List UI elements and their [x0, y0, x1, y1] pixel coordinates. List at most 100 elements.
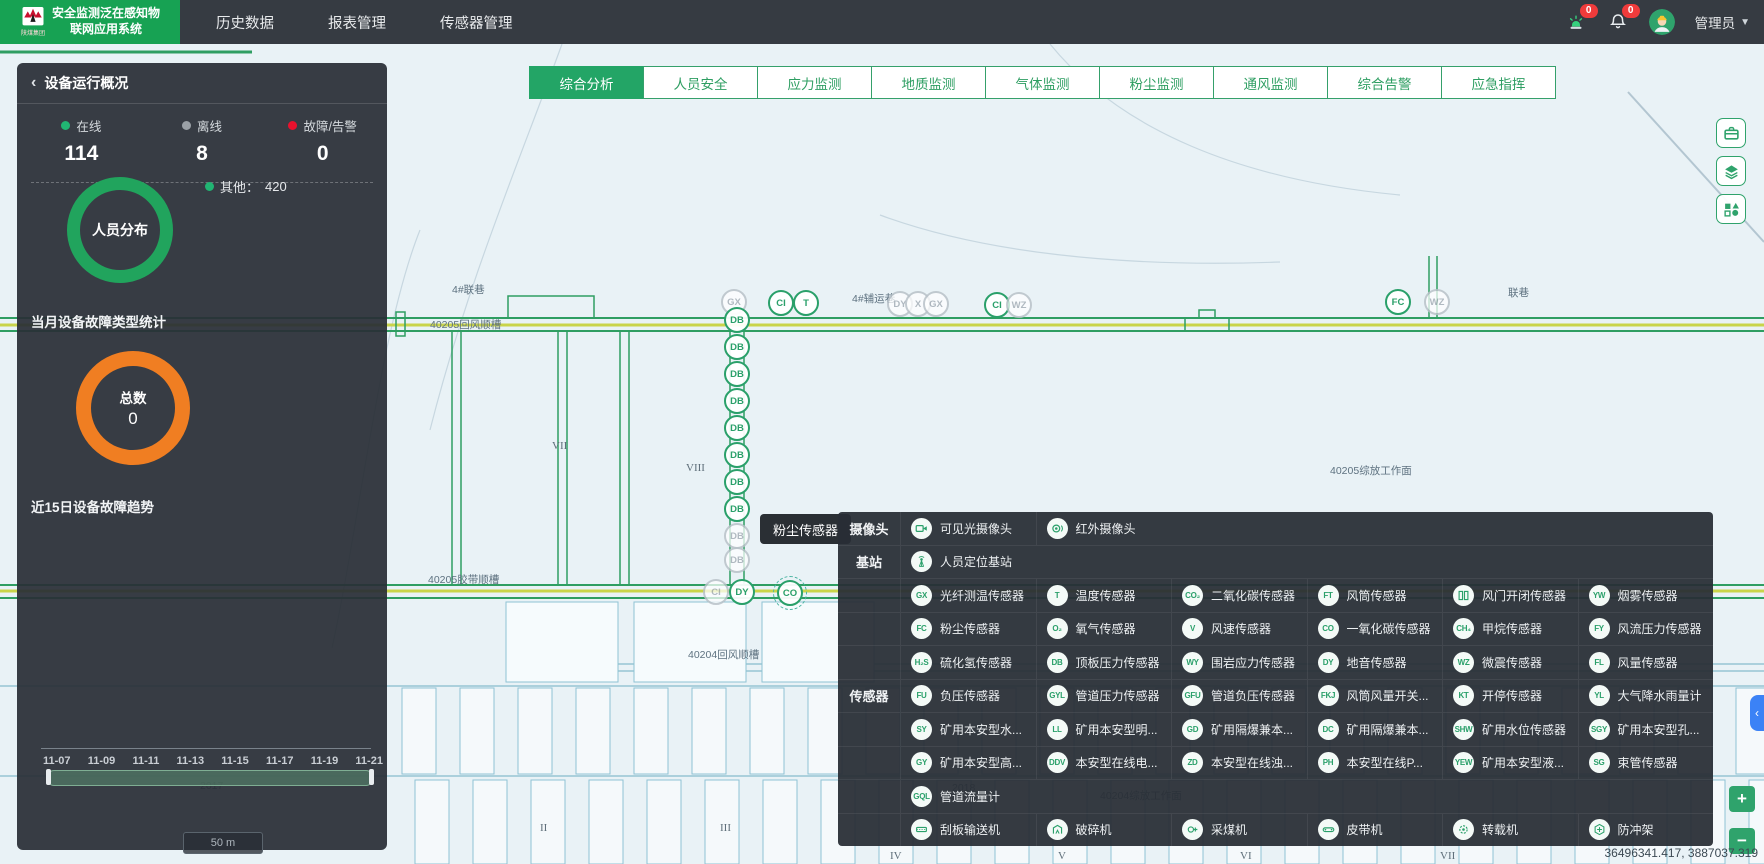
- map-sensor-db[interactable]: DB: [724, 361, 750, 387]
- map-sensor-dy[interactable]: DY: [729, 579, 755, 605]
- legend-shapes-button[interactable]: [1716, 194, 1746, 224]
- tab-6[interactable]: 粉尘监测: [1099, 66, 1214, 99]
- fault-donut-chart[interactable]: 总数 0: [76, 351, 190, 465]
- map-sensor-db[interactable]: DB: [724, 547, 750, 573]
- legend-item[interactable]: GY矿用本安型高...: [900, 747, 1036, 780]
- nav-item-2[interactable]: 报表管理: [328, 12, 386, 33]
- legend-item[interactable]: 风门开闭传感器: [1442, 579, 1578, 612]
- legend-item[interactable]: H₂S硫化氢传感器: [900, 646, 1036, 679]
- legend-item[interactable]: GX光纤测温传感器: [900, 579, 1036, 612]
- legend-item[interactable]: 皮带机: [1307, 814, 1443, 847]
- legend-item[interactable]: GQL管道流量计: [900, 780, 1036, 813]
- legend-item[interactable]: WZ微震传感器: [1442, 646, 1578, 679]
- tab-3[interactable]: 应力监测: [757, 66, 872, 99]
- legend-item[interactable]: FU负压传感器: [900, 680, 1036, 713]
- tab-4[interactable]: 地质监测: [871, 66, 986, 99]
- tab-1[interactable]: 综合分析: [529, 66, 644, 99]
- legend-item[interactable]: 红外摄像头: [1036, 512, 1172, 545]
- legend-item[interactable]: FKJ风筒风量开关...: [1307, 680, 1443, 713]
- legend-item[interactable]: SY矿用本安型水...: [900, 713, 1036, 746]
- legend-item[interactable]: 防冲架: [1578, 814, 1714, 847]
- legend-item[interactable]: GFU管道负压传感器: [1171, 680, 1307, 713]
- user-avatar[interactable]: [1649, 9, 1675, 35]
- tab-9[interactable]: 应急指挥: [1441, 66, 1556, 99]
- map-sensor-gx[interactable]: GX: [923, 291, 949, 317]
- map-sensor-wz[interactable]: WZ: [1424, 289, 1450, 315]
- legend-item[interactable]: T温度传感器: [1036, 579, 1172, 612]
- legend-item[interactable]: SG束管传感器: [1578, 747, 1714, 780]
- map-sensor-db[interactable]: DB: [724, 307, 750, 333]
- legend-item[interactable]: CO一氧化碳传感器: [1307, 613, 1443, 646]
- map-sensor-ci[interactable]: CI: [768, 290, 794, 316]
- legend-item[interactable]: ZD本安型在线浊...: [1171, 747, 1307, 780]
- map-sensor-wz[interactable]: WZ: [1006, 292, 1032, 318]
- nav-item-1[interactable]: 历史数据: [216, 12, 274, 33]
- legend-item[interactable]: FC粉尘传感器: [900, 613, 1036, 646]
- legend-item[interactable]: 可见光摄像头: [900, 512, 1036, 545]
- legend-row: 摄像头可见光摄像头红外摄像头: [838, 512, 1713, 545]
- legend-item[interactable]: WY围岩应力传感器: [1171, 646, 1307, 679]
- tab-8[interactable]: 综合告警: [1327, 66, 1442, 99]
- layers-button[interactable]: [1716, 156, 1746, 186]
- sensor-abbr-badge: FL: [1589, 652, 1610, 673]
- map-sensor-db[interactable]: DB: [724, 469, 750, 495]
- legend-item[interactable]: CO₂二氧化碳传感器: [1171, 579, 1307, 612]
- legend-item[interactable]: DC矿用隔爆兼本...: [1307, 713, 1443, 746]
- legend-item[interactable]: FY风流压力传感器: [1578, 613, 1714, 646]
- legend-item[interactable]: YW烟雾传感器: [1578, 579, 1714, 612]
- legend-item[interactable]: YEW矿用本安型液...: [1442, 747, 1578, 780]
- legend-item[interactable]: GD矿用隔爆兼本...: [1171, 713, 1307, 746]
- datazoom-slider[interactable]: [47, 770, 373, 786]
- collapse-left-icon[interactable]: ‹: [31, 75, 36, 91]
- legend-item[interactable]: 人员定位基站: [900, 546, 1036, 579]
- legend-item[interactable]: SGY矿用本安型孔...: [1578, 713, 1714, 746]
- legend-row: FC粉尘传感器O₂氧气传感器V风速传感器CO一氧化碳传感器CH₄甲烷传感器FY风…: [838, 612, 1713, 646]
- legend-item-label: 负压传感器: [940, 687, 1000, 704]
- map-sensor-db[interactable]: DB: [724, 388, 750, 414]
- collapse-right-handle[interactable]: ‹: [1750, 695, 1764, 731]
- user-menu[interactable]: 管理员▼: [1695, 12, 1750, 32]
- legend-item[interactable]: KT开停传感器: [1442, 680, 1578, 713]
- tab-7[interactable]: 通风监测: [1213, 66, 1328, 99]
- damper-icon: [1453, 585, 1474, 606]
- alarm-badge: 0: [1580, 4, 1598, 18]
- legend-item[interactable]: V风速传感器: [1171, 613, 1307, 646]
- map-sensor-co[interactable]: CO: [777, 580, 803, 606]
- map-sensor-db[interactable]: DB: [724, 496, 750, 522]
- legend-item[interactable]: O₂氧气传感器: [1036, 613, 1172, 646]
- map-sensor-db[interactable]: DB: [724, 334, 750, 360]
- tab-2[interactable]: 人员安全: [643, 66, 758, 99]
- alarm-siren-icon[interactable]: 0: [1565, 11, 1587, 33]
- legend-item[interactable]: YL大气降水雨量计: [1578, 680, 1714, 713]
- legend-item[interactable]: DB顶板压力传感器: [1036, 646, 1172, 679]
- map-sensor-db[interactable]: DB: [724, 523, 750, 549]
- legend-item[interactable]: FL风量传感器: [1578, 646, 1714, 679]
- legend-item-label: 温度传感器: [1076, 587, 1136, 604]
- legend-item[interactable]: PH本安型在线P...: [1307, 747, 1443, 780]
- legend-item[interactable]: SHW矿用水位传感器: [1442, 713, 1578, 746]
- legend-item[interactable]: DDV本安型在线电...: [1036, 747, 1172, 780]
- legend-item[interactable]: FT风筒传感器: [1307, 579, 1443, 612]
- bell-icon[interactable]: 0: [1607, 11, 1629, 33]
- legend-item[interactable]: LL矿用本安型明...: [1036, 713, 1172, 746]
- legend-item[interactable]: CH₄甲烷传感器: [1442, 613, 1578, 646]
- tab-5[interactable]: 气体监测: [985, 66, 1100, 99]
- status-dot: [288, 121, 297, 130]
- legend-item[interactable]: GYL管道压力传感器: [1036, 680, 1172, 713]
- legend-item[interactable]: 刮板输送机: [900, 814, 1036, 847]
- zoom-in-button[interactable]: +: [1729, 786, 1755, 812]
- map-sensor-ci[interactable]: CI: [703, 579, 729, 605]
- personnel-donut-chart[interactable]: 人员分布: [67, 177, 173, 283]
- nav-item-3[interactable]: 传感器管理: [440, 12, 513, 33]
- legend-item[interactable]: DY地音传感器: [1307, 646, 1443, 679]
- legend-item[interactable]: 转载机: [1442, 814, 1578, 847]
- map-sensor-fc[interactable]: FC: [1385, 289, 1411, 315]
- fault-section-title: 当月设备故障类型统计: [31, 311, 166, 331]
- map-sensor-db[interactable]: DB: [724, 415, 750, 441]
- map-sensor-db[interactable]: DB: [724, 442, 750, 468]
- legend-item[interactable]: 破碎机: [1036, 814, 1172, 847]
- legend-item-label: 硫化氢传感器: [940, 654, 1012, 671]
- legend-item[interactable]: 采煤机: [1171, 814, 1307, 847]
- toolbox-button[interactable]: [1716, 118, 1746, 148]
- map-sensor-t[interactable]: T: [793, 290, 819, 316]
